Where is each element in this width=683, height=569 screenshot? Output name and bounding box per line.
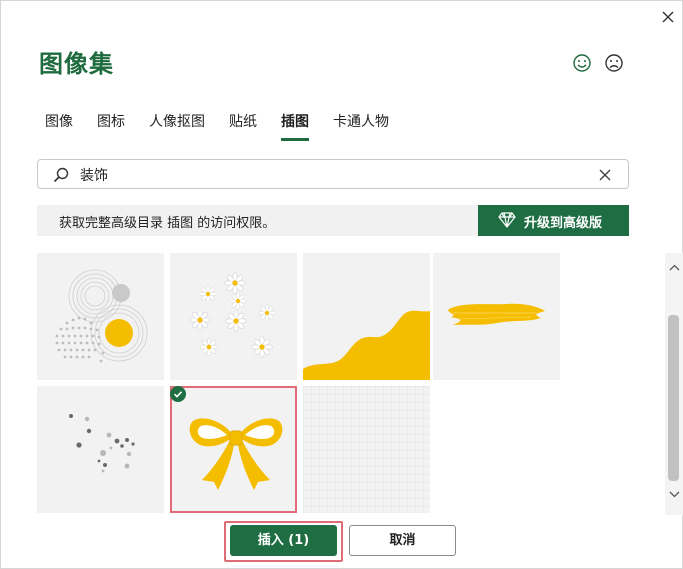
search-box bbox=[37, 159, 629, 189]
illustration-gallery bbox=[37, 253, 664, 515]
search-input[interactable] bbox=[78, 164, 582, 186]
scattered-dots-illustration bbox=[69, 414, 135, 473]
active-tab-indicator bbox=[281, 138, 309, 141]
yellow-brush-stroke-illustration bbox=[448, 303, 545, 325]
cancel-button[interactable]: 取消 bbox=[349, 525, 456, 556]
scroll-thumb[interactable] bbox=[668, 315, 679, 481]
clear-icon[interactable] bbox=[596, 166, 614, 184]
upgrade-button-label: 升级到高级版 bbox=[524, 216, 603, 231]
gallery-item-yellow-bow[interactable] bbox=[170, 386, 297, 513]
yellow-bow-illustration bbox=[189, 418, 283, 490]
dialog-title: 图像集 bbox=[39, 49, 114, 78]
yellow-wave-corner-illustration bbox=[303, 310, 430, 380]
diamond-icon bbox=[498, 212, 516, 228]
gallery-item-concentric-circles[interactable] bbox=[37, 253, 164, 380]
tab-cutout-people[interactable]: 人像抠图 bbox=[149, 111, 205, 141]
smile-icon[interactable] bbox=[572, 53, 592, 73]
tab-stickers[interactable]: 贴纸 bbox=[229, 111, 257, 141]
premium-banner-text: 获取完整高级目录 插图 的访问权限。 bbox=[59, 216, 276, 231]
gallery-item-daisies[interactable] bbox=[170, 253, 297, 380]
tab-illustrations[interactable]: 插图 bbox=[281, 111, 309, 141]
image-collection-dialog: 图像集 图像 图标 人像抠图 贴纸 插图 卡通人物 获取完整高级目录 插图 的访… bbox=[0, 0, 683, 569]
tab-cartoon-people[interactable]: 卡通人物 bbox=[333, 111, 389, 141]
grid-pattern-illustration bbox=[303, 386, 430, 513]
premium-banner: 获取完整高级目录 插图 的访问权限。 升级到高级版 bbox=[37, 205, 629, 236]
search-icon bbox=[53, 167, 69, 183]
tab-images[interactable]: 图像 bbox=[45, 111, 73, 141]
gallery-item-scattered-dots[interactable] bbox=[37, 386, 164, 513]
insert-button[interactable]: 插入 (1) bbox=[230, 525, 337, 556]
gallery-item-grid-pattern[interactable] bbox=[303, 386, 430, 513]
gallery-item-yellow-wave[interactable] bbox=[303, 253, 430, 380]
concentric-circles-dots-illustration bbox=[55, 269, 148, 363]
scroll-up-arrow-icon[interactable] bbox=[665, 259, 683, 277]
close-icon[interactable] bbox=[657, 6, 679, 28]
frown-icon[interactable] bbox=[604, 53, 624, 73]
daisies-illustration bbox=[189, 272, 276, 358]
tab-icons[interactable]: 图标 bbox=[97, 111, 125, 141]
upgrade-button[interactable]: 升级到高级版 bbox=[478, 205, 629, 236]
scroll-down-arrow-icon[interactable] bbox=[665, 485, 683, 503]
gallery-item-yellow-brush[interactable] bbox=[433, 253, 560, 380]
selected-check-icon bbox=[170, 386, 186, 402]
gallery-scrollbar[interactable] bbox=[665, 253, 683, 515]
